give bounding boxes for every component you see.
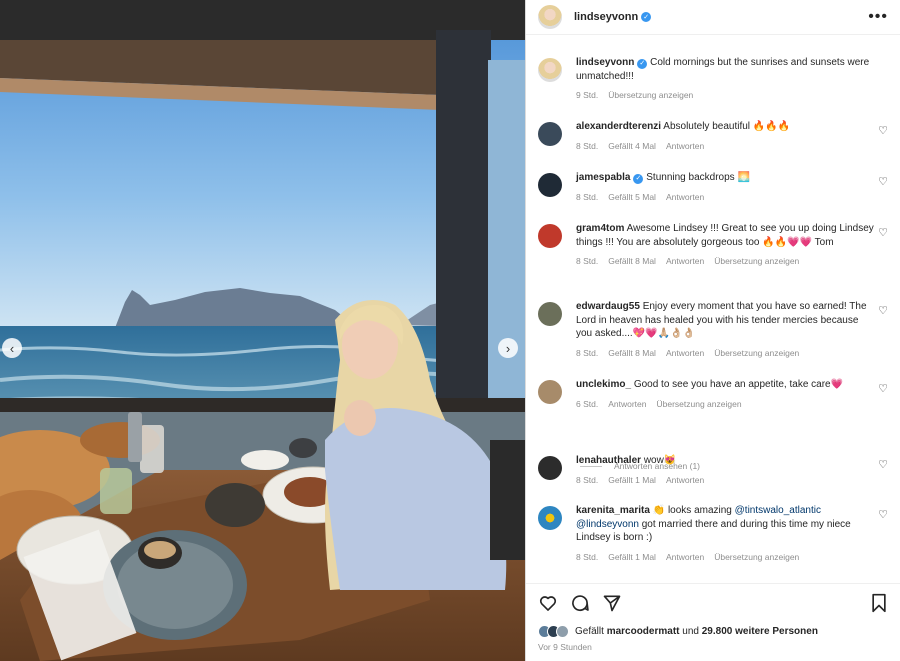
see-translation-link[interactable]: Übersetzung anzeigen	[657, 399, 742, 409]
comment-text: Absolutely beautiful 🔥🔥🔥	[663, 121, 791, 132]
liked-by-and: und	[682, 626, 699, 637]
next-image-button[interactable]: ›	[498, 338, 518, 358]
commenter-username[interactable]: edwardaug55	[576, 301, 640, 312]
commenter-username[interactable]: gram4tom	[576, 223, 624, 234]
post-side-panel: lindseyvonn ✓ ••• lindseyvonn ✓ Cold morn…	[525, 0, 900, 661]
verified-badge-icon: ✓	[637, 58, 648, 69]
comment-item: jamespabla ✓ Stunning backdrops 🌅 8 Std. …	[538, 171, 888, 202]
reply-button[interactable]: Antworten	[666, 141, 704, 151]
reply-button[interactable]: Antworten	[666, 348, 704, 358]
comment-item: karenita_marita 👏 looks amazing @tintswa…	[538, 504, 888, 562]
comment-likes[interactable]: Gefällt 1 Mal	[608, 475, 656, 485]
commenter-avatar[interactable]	[538, 122, 562, 146]
comment-likes[interactable]: Gefällt 8 Mal	[608, 348, 656, 358]
see-translation-link[interactable]: Übersetzung anzeigen	[714, 348, 799, 358]
reply-button[interactable]: Antworten	[608, 399, 646, 409]
comment-text: Good to see you have an appetite, take c…	[633, 379, 844, 390]
heart-icon[interactable]: ♡	[878, 508, 888, 521]
comment-time: 8 Std.	[576, 256, 599, 266]
mention-link[interactable]: @lindseyvonn	[576, 519, 639, 530]
comment-item: unclekimo_ Good to see you have an appet…	[538, 378, 888, 409]
commenter-username[interactable]: unclekimo_	[576, 379, 631, 390]
caption-text: lindseyvonn ✓ Cold mornings but the sunri…	[576, 56, 874, 83]
comment-item: gram4tom Awesome Lindsey !!! Great to se…	[538, 222, 888, 266]
commenter-avatar[interactable]	[538, 302, 562, 326]
comment-time: 8 Std.	[576, 347, 599, 358]
author-avatar[interactable]	[538, 5, 562, 29]
action-bar	[538, 592, 888, 614]
comment-likes[interactable]: Gefällt 4 Mal	[608, 141, 656, 151]
comment-icon[interactable]	[570, 593, 590, 613]
heart-icon[interactable]: ♡	[878, 304, 888, 317]
comment-time: 8 Std.	[576, 191, 599, 202]
see-translation-link[interactable]: Übersetzung anzeigen	[714, 256, 799, 266]
comment-likes[interactable]: Gefällt 5 Mal	[608, 192, 656, 202]
caption-username[interactable]: lindseyvonn	[576, 57, 634, 68]
comment-time: 8 Std.	[576, 140, 599, 151]
reply-button[interactable]: Antworten	[666, 192, 704, 202]
caption-meta: 9 Std. Übersetzung anzeigen	[576, 90, 874, 100]
liked-by-user[interactable]: marcoodermatt	[607, 626, 680, 637]
post-header: lindseyvonn ✓ •••	[526, 0, 900, 35]
heart-icon[interactable]	[538, 593, 558, 613]
commenter-avatar[interactable]	[538, 224, 562, 248]
comment-item: alexanderdterenzi Absolutely beautiful 🔥…	[538, 120, 888, 151]
bookmark-icon[interactable]	[870, 593, 888, 613]
comment-time: 8 Std.	[576, 551, 599, 562]
commenter-avatar[interactable]	[538, 456, 562, 480]
reply-button[interactable]: Antworten	[666, 256, 704, 266]
comment-time: 8 Std.	[576, 474, 599, 485]
liked-by: Gefällt marcoodermatt und 29.800 weitere…	[538, 625, 818, 638]
author-username[interactable]: lindseyvonn	[574, 11, 638, 23]
comment-text: 👏 looks amazing	[652, 505, 735, 516]
see-translation-link[interactable]: Übersetzung anzeigen	[608, 90, 693, 100]
commenter-username[interactable]: karenita_marita	[576, 505, 650, 516]
heart-icon[interactable]: ♡	[878, 124, 888, 137]
heart-icon[interactable]: ♡	[878, 458, 888, 471]
comments-list: lindseyvonn ✓ Cold mornings but the sunri…	[526, 36, 900, 582]
comment-item: edwardaug55 Enjoy every moment that you …	[538, 300, 888, 358]
post-timestamp[interactable]: Vor 9 Stunden	[538, 642, 592, 652]
photo-illustration	[0, 0, 525, 661]
verified-badge-icon: ✓	[633, 173, 644, 184]
commenter-username[interactable]: alexanderdterenzi	[576, 121, 661, 132]
heart-icon[interactable]: ♡	[878, 382, 888, 395]
verified-badge-icon: ✓	[641, 12, 652, 22]
reply-button[interactable]: Antworten	[666, 475, 704, 485]
caption: lindseyvonn ✓ Cold mornings but the sunri…	[538, 56, 888, 100]
comment-likes[interactable]: Gefällt 1 Mal	[608, 552, 656, 562]
avatar	[556, 625, 569, 638]
commenter-avatar[interactable]	[538, 506, 562, 530]
post-actions: Gefällt marcoodermatt und 29.800 weitere…	[526, 583, 900, 661]
comment-time: 6 Std.	[576, 398, 599, 409]
liked-by-prefix: Gefällt	[575, 626, 604, 637]
commenter-avatar[interactable]	[538, 173, 562, 197]
caption-avatar[interactable]	[538, 58, 562, 82]
liked-by-avatars[interactable]	[538, 625, 569, 638]
comment-text: wow😻	[643, 455, 677, 466]
comment-text: Stunning backdrops 🌅	[646, 172, 750, 183]
caption-time: 9 Std.	[576, 90, 599, 100]
reply-button[interactable]: Antworten	[666, 552, 704, 562]
post-photo: ‹ ›	[0, 0, 525, 661]
more-options-icon[interactable]: •••	[868, 9, 888, 25]
commenter-avatar[interactable]	[538, 380, 562, 404]
chevron-left-icon: ‹	[9, 340, 15, 356]
heart-icon[interactable]: ♡	[878, 175, 888, 188]
commenter-username[interactable]: jamespabla	[576, 172, 630, 183]
heart-icon[interactable]: ♡	[878, 226, 888, 239]
previous-image-button[interactable]: ‹	[2, 338, 22, 358]
see-translation-link[interactable]: Übersetzung anzeigen	[714, 552, 799, 562]
liked-by-count[interactable]: 29.800 weitere Personen	[702, 626, 818, 637]
comment-item: lenahauthaler wow😻 8 Std. Gefällt 1 Mal …	[538, 454, 888, 485]
comment-likes[interactable]: Gefällt 8 Mal	[608, 256, 656, 266]
share-icon[interactable]	[602, 593, 622, 613]
mention-link[interactable]: @tintswalo_atlantic	[735, 505, 821, 516]
chevron-right-icon: ›	[505, 340, 511, 356]
commenter-username[interactable]: lenahauthaler	[576, 455, 641, 466]
